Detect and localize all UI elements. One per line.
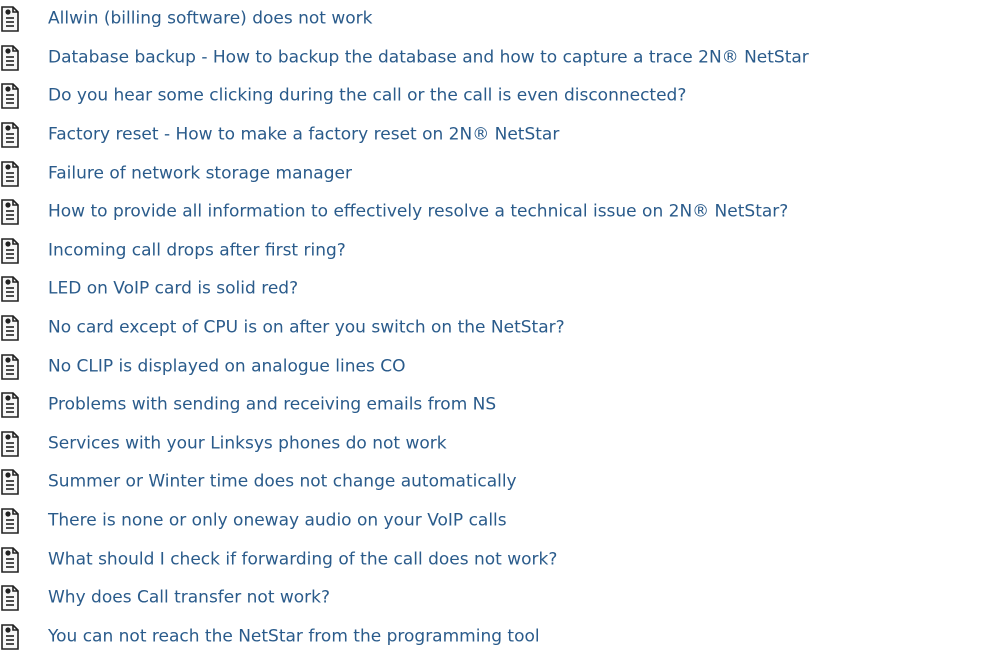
page-icon <box>0 276 40 303</box>
list-item[interactable]: Services with your Linksys phones do not… <box>0 425 1003 464</box>
page-link[interactable]: Services with your Linksys phones do not… <box>48 435 447 452</box>
page-link[interactable]: LED on VoIP card is solid red? <box>48 280 298 298</box>
list-item[interactable]: Database backup - How to backup the data… <box>0 39 1003 78</box>
page-link[interactable]: Why does Call transfer not work? <box>48 589 330 607</box>
list-item[interactable]: Failure of network storage manager <box>0 154 1003 193</box>
list-item[interactable]: Incoming call drops after first ring? <box>0 232 1003 271</box>
page-link[interactable]: Allwin (billing software) does not work <box>48 10 373 28</box>
list-item[interactable]: LED on VoIP card is solid red? <box>0 270 1003 309</box>
page-link[interactable]: No card except of CPU is on after you sw… <box>48 319 565 337</box>
page-link[interactable]: Failure of network storage manager <box>48 165 352 182</box>
list-item[interactable]: Do you hear some clicking during the cal… <box>0 77 1003 116</box>
list-item[interactable]: No card except of CPU is on after you sw… <box>0 309 1003 348</box>
page-icon <box>0 199 40 226</box>
list-item[interactable]: What should I check if forwarding of the… <box>0 540 1003 579</box>
page-link[interactable]: How to provide all information to effect… <box>48 203 788 221</box>
page-link[interactable]: Summer or Winter time does not change au… <box>48 473 517 491</box>
page-icon <box>0 353 40 380</box>
list-item[interactable]: There is none or only oneway audio on yo… <box>0 502 1003 541</box>
page-list: Allwin (billing software) does not work … <box>0 0 1003 656</box>
page-icon <box>0 623 40 650</box>
page-icon <box>0 508 40 534</box>
page-icon <box>0 6 40 33</box>
page-icon <box>0 238 40 264</box>
page-icon <box>0 392 40 419</box>
page-link[interactable]: Problems with sending and receiving emai… <box>48 396 496 414</box>
list-item[interactable]: How to provide all information to effect… <box>0 193 1003 232</box>
list-item[interactable]: Why does Call transfer not work? <box>0 579 1003 618</box>
list-item[interactable]: No CLIP is displayed on analogue lines C… <box>0 347 1003 386</box>
page-link[interactable]: No CLIP is displayed on analogue lines C… <box>48 358 405 375</box>
page-link[interactable]: Do you hear some clicking during the cal… <box>48 87 686 105</box>
page-icon <box>0 546 40 573</box>
list-item[interactable]: Summer or Winter time does not change au… <box>0 463 1003 502</box>
page-link[interactable]: Factory reset - How to make a factory re… <box>48 126 559 144</box>
page-icon <box>0 83 40 110</box>
page-icon <box>0 585 40 612</box>
page-link[interactable]: Database backup - How to backup the data… <box>48 49 809 66</box>
list-item[interactable]: You can not reach the NetStar from the p… <box>0 618 1003 657</box>
page-icon <box>0 469 40 496</box>
page-icon <box>0 122 40 148</box>
page-link[interactable]: There is none or only oneway audio on yo… <box>48 512 507 530</box>
page-icon <box>0 315 40 341</box>
page-icon <box>0 45 40 71</box>
page-icon <box>0 160 40 187</box>
page-link[interactable]: You can not reach the NetStar from the p… <box>48 628 540 645</box>
list-item[interactable]: Allwin (billing software) does not work <box>0 0 1003 39</box>
list-item[interactable]: Problems with sending and receiving emai… <box>0 386 1003 425</box>
page-link[interactable]: What should I check if forwarding of the… <box>48 551 557 568</box>
page-icon <box>0 431 40 457</box>
page-link[interactable]: Incoming call drops after first ring? <box>48 242 346 259</box>
list-item[interactable]: Factory reset - How to make a factory re… <box>0 116 1003 155</box>
